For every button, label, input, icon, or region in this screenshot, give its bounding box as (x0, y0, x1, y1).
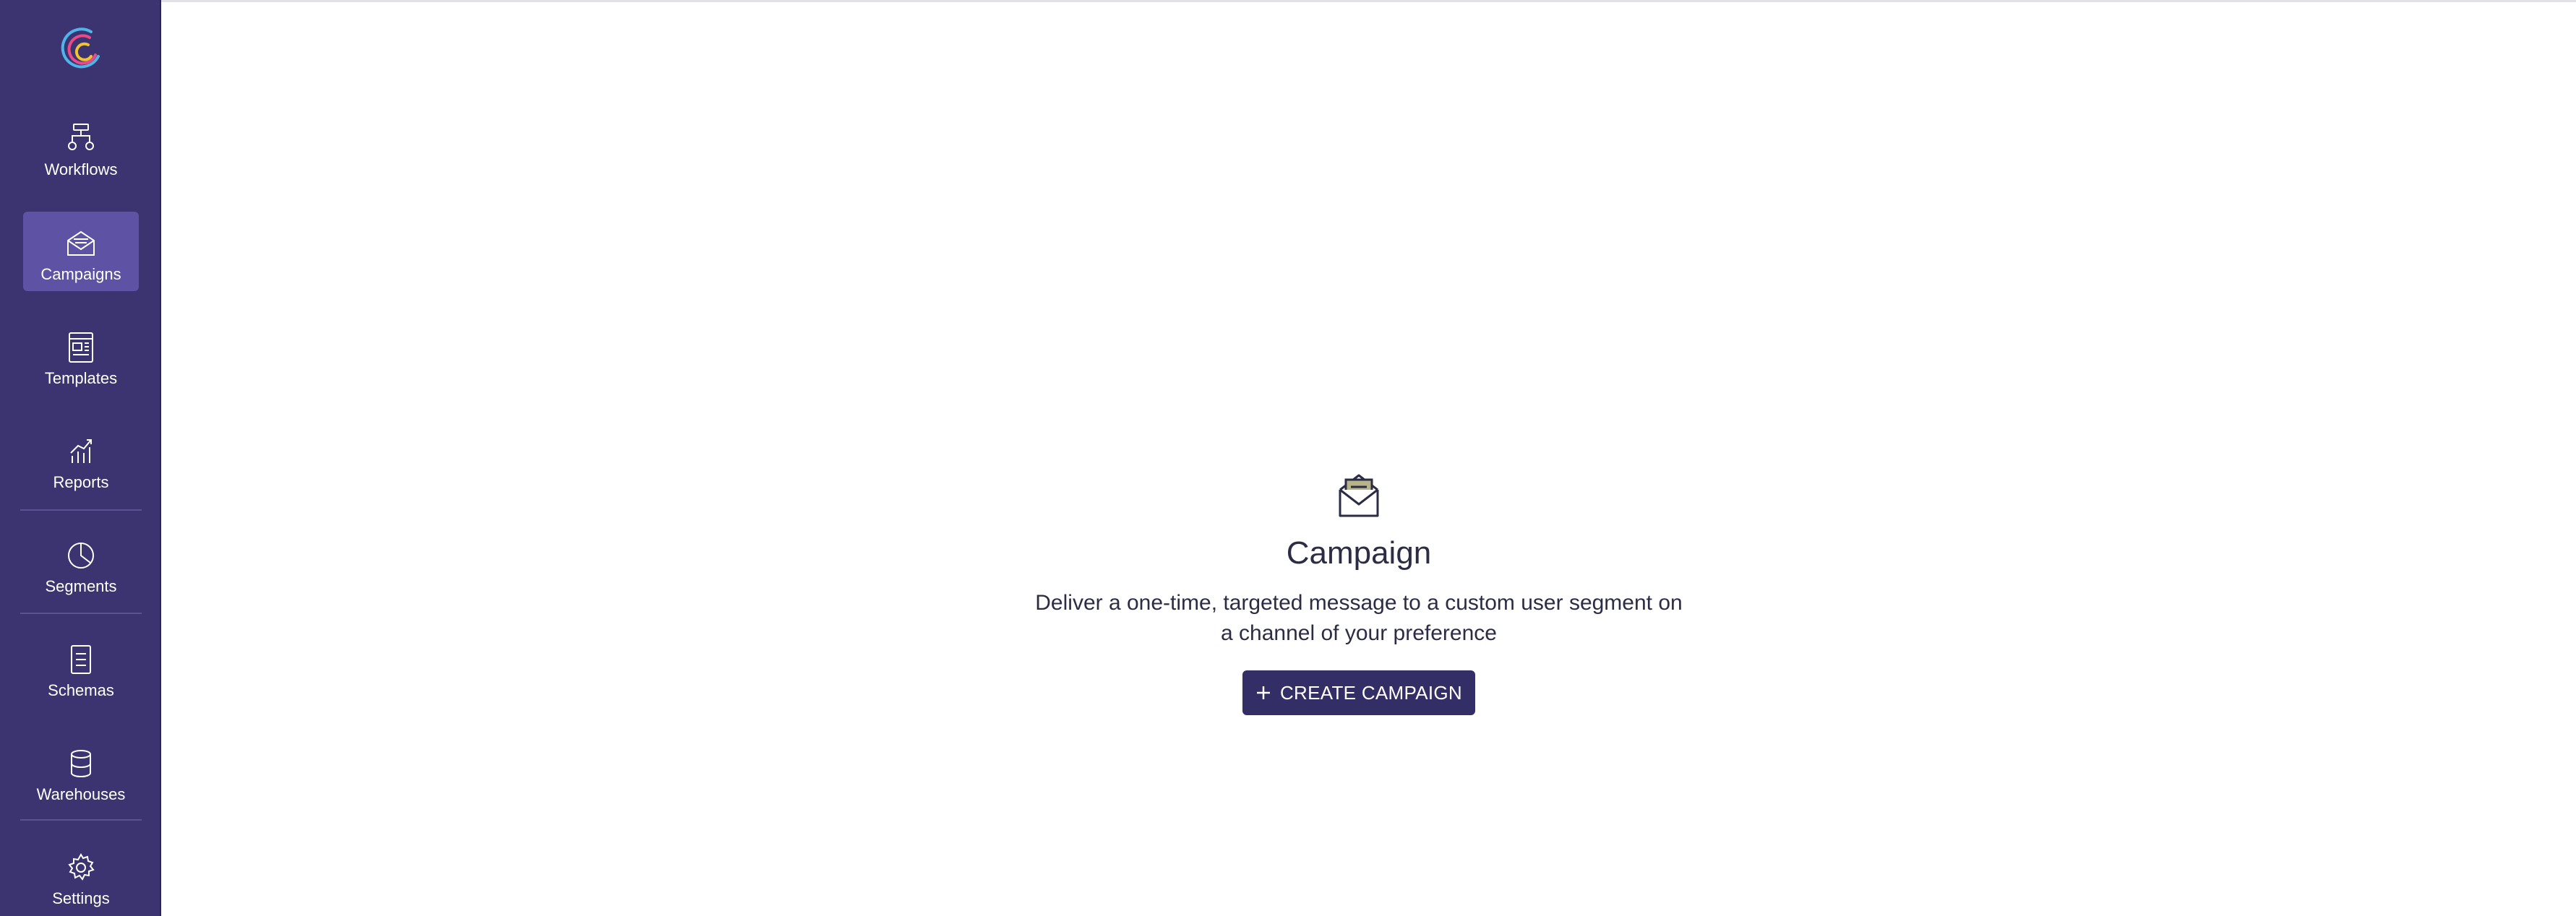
database-icon (71, 750, 91, 778)
empty-state: Campaign Deliver a one-time, targeted me… (889, 468, 1829, 715)
sidebar-item-label: Templates (44, 369, 118, 387)
sidebar-item-schemas[interactable]: Schemas (23, 628, 139, 707)
sidebar-item-label: Segments (45, 577, 117, 595)
gear-icon (68, 853, 95, 881)
app-logo[interactable] (55, 23, 106, 74)
create-campaign-button[interactable]: CREATE CAMPAIGN (1242, 670, 1475, 715)
sidebar-item-settings[interactable]: Settings (23, 836, 139, 915)
app: Workflows Campaigns Templates Reports Se… (0, 0, 2576, 916)
top-border (161, 0, 2576, 2)
sidebar-divider (20, 819, 142, 821)
sidebar-divider (20, 613, 142, 614)
sidebar-item-label: Reports (53, 473, 109, 491)
envelope-open-icon (67, 230, 95, 256)
sidebar: Workflows Campaigns Templates Reports Se… (0, 0, 161, 916)
empty-state-description: Deliver a one-time, targeted message to … (1035, 591, 1683, 645)
pie-chart-icon (68, 543, 94, 569)
sidebar-item-reports[interactable]: Reports (23, 420, 139, 499)
sidebar-item-label: Warehouses (36, 785, 126, 803)
workflow-icon (68, 124, 94, 150)
sidebar-item-templates[interactable]: Templates (23, 316, 139, 395)
sidebar-item-workflows[interactable]: Workflows (23, 107, 139, 186)
sidebar-item-warehouses[interactable]: Warehouses (23, 732, 139, 811)
sidebar-item-campaigns[interactable]: Campaigns (23, 212, 139, 291)
sidebar-item-segments[interactable]: Segments (23, 524, 139, 603)
template-icon (69, 332, 93, 363)
sidebar-item-label: Schemas (48, 681, 114, 699)
chart-icon (70, 439, 92, 463)
sidebar-item-label: Settings (52, 889, 110, 907)
document-icon (71, 645, 91, 674)
plus-icon (1256, 686, 1270, 699)
sidebar-divider (20, 509, 142, 511)
create-campaign-label: CREATE CAMPAIGN (1279, 681, 1462, 704)
sidebar-item-label: Campaigns (40, 265, 121, 283)
empty-state-title: Campaign (1286, 535, 1432, 571)
envelope-open-icon (1339, 474, 1379, 517)
sidebar-item-label: Workflows (44, 160, 118, 178)
